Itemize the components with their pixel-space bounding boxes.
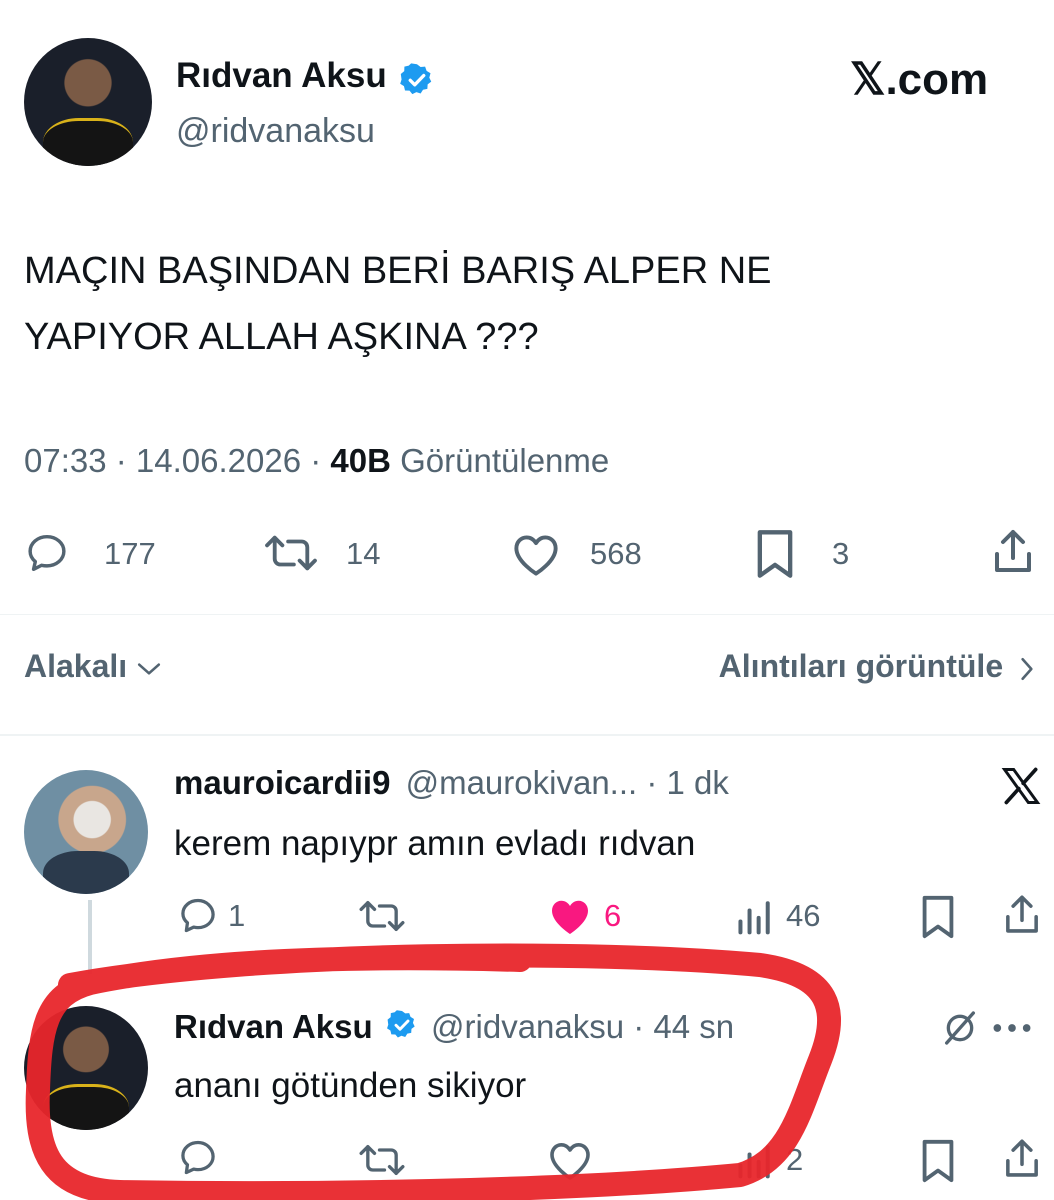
thread-line xyxy=(88,900,92,974)
reply1-header: mauroicardii9 @maurokivan... · 1 dk xyxy=(174,764,729,802)
reply1-like-icon[interactable] xyxy=(544,894,596,938)
reply1-like-count: 6 xyxy=(604,898,622,933)
reply2-views-count: 2 xyxy=(786,1142,804,1177)
bookmark-icon[interactable] xyxy=(752,528,798,580)
tweet-text-line-1: MAÇIN BAŞINDAN BERİ BARIŞ ALPER NE xyxy=(24,250,772,292)
tweet-time-date: 07:33 · 14.06.2026 · xyxy=(24,442,331,479)
reply2-text: ananı götünden sikiyor xyxy=(174,1066,527,1105)
verified-badge-icon xyxy=(399,62,435,103)
reply2-header: Rıdvan Aksu @ridvanaksu · 44 sn xyxy=(174,1008,734,1049)
author-name[interactable]: Rıdvan Aksu xyxy=(176,56,387,95)
avatar-figure xyxy=(42,850,130,894)
like-count: 568 xyxy=(590,536,642,571)
reply1-handle-time[interactable]: @maurokivan... · 1 dk xyxy=(406,764,729,801)
reply2-share-icon[interactable] xyxy=(1000,1136,1044,1182)
like-icon[interactable] xyxy=(506,530,566,578)
avatar-figure xyxy=(43,118,133,166)
divider-actions xyxy=(0,614,1054,615)
reply2-repost-icon[interactable] xyxy=(354,1140,410,1180)
view-quotes-link[interactable]: Alıntıları görüntüle xyxy=(719,648,1036,685)
reply2-views-icon[interactable] xyxy=(734,1140,776,1180)
reply1-views-count: 46 xyxy=(786,898,821,933)
reply2-handle-time[interactable]: @ridvanaksu · 44 sn xyxy=(431,1008,734,1045)
relevance-label: Alakalı xyxy=(24,648,128,684)
more-options-icon[interactable] xyxy=(990,1018,1034,1038)
views-label: Görüntülenme xyxy=(390,442,610,479)
reply2-verified-badge-icon xyxy=(386,1009,418,1049)
reply2-like-icon[interactable] xyxy=(544,1138,596,1182)
chevron-right-icon xyxy=(1018,656,1036,682)
chevron-down-icon xyxy=(136,659,162,679)
tweet-meta: 07:33 · 14.06.2026 · 40B Görüntülenme xyxy=(24,442,609,480)
reply1-share-icon[interactable] xyxy=(1000,892,1044,938)
reply2-bookmark-icon[interactable] xyxy=(918,1138,958,1184)
reply1-avatar[interactable] xyxy=(24,770,148,894)
reply1-reply-icon[interactable] xyxy=(176,896,220,936)
reply2-author-name[interactable]: Rıdvan Aksu xyxy=(174,1008,373,1045)
relevance-filter[interactable]: Alakalı xyxy=(24,648,162,685)
x-logo-icon xyxy=(998,764,1044,808)
reply-icon[interactable] xyxy=(24,530,70,576)
reply1-repost-icon[interactable] xyxy=(354,896,410,936)
reply-count: 177 xyxy=(104,536,156,571)
divider-filter xyxy=(0,734,1054,736)
author-avatar[interactable] xyxy=(24,38,152,166)
views-count: 40B xyxy=(330,442,391,479)
grok-icon[interactable] xyxy=(940,1008,980,1048)
reply2-avatar[interactable] xyxy=(24,1006,148,1130)
reply1-reply-count: 1 xyxy=(228,898,246,933)
tweet-text-line-2: YAPIYOR ALLAH AŞKINA ??? xyxy=(24,316,539,358)
repost-icon[interactable] xyxy=(258,530,324,576)
avatar-figure xyxy=(42,1083,130,1130)
x-logo-label: 𝕏.com xyxy=(850,55,989,104)
reply1-bookmark-icon[interactable] xyxy=(918,894,958,940)
reply1-author-name[interactable]: mauroicardii9 xyxy=(174,764,390,801)
bookmark-count: 3 xyxy=(832,536,850,571)
author-handle[interactable]: @ridvanaksu xyxy=(176,112,375,151)
repost-count: 14 xyxy=(346,536,381,571)
reply1-text: kerem napıypr amın evladı rıdvan xyxy=(174,824,696,863)
reply1-views-icon[interactable] xyxy=(734,896,776,936)
view-quotes-label: Alıntıları görüntüle xyxy=(718,648,1004,684)
share-icon[interactable] xyxy=(988,526,1038,578)
author-name-row[interactable]: Rıdvan Aksu xyxy=(176,56,435,103)
reply2-reply-icon[interactable] xyxy=(176,1138,220,1178)
